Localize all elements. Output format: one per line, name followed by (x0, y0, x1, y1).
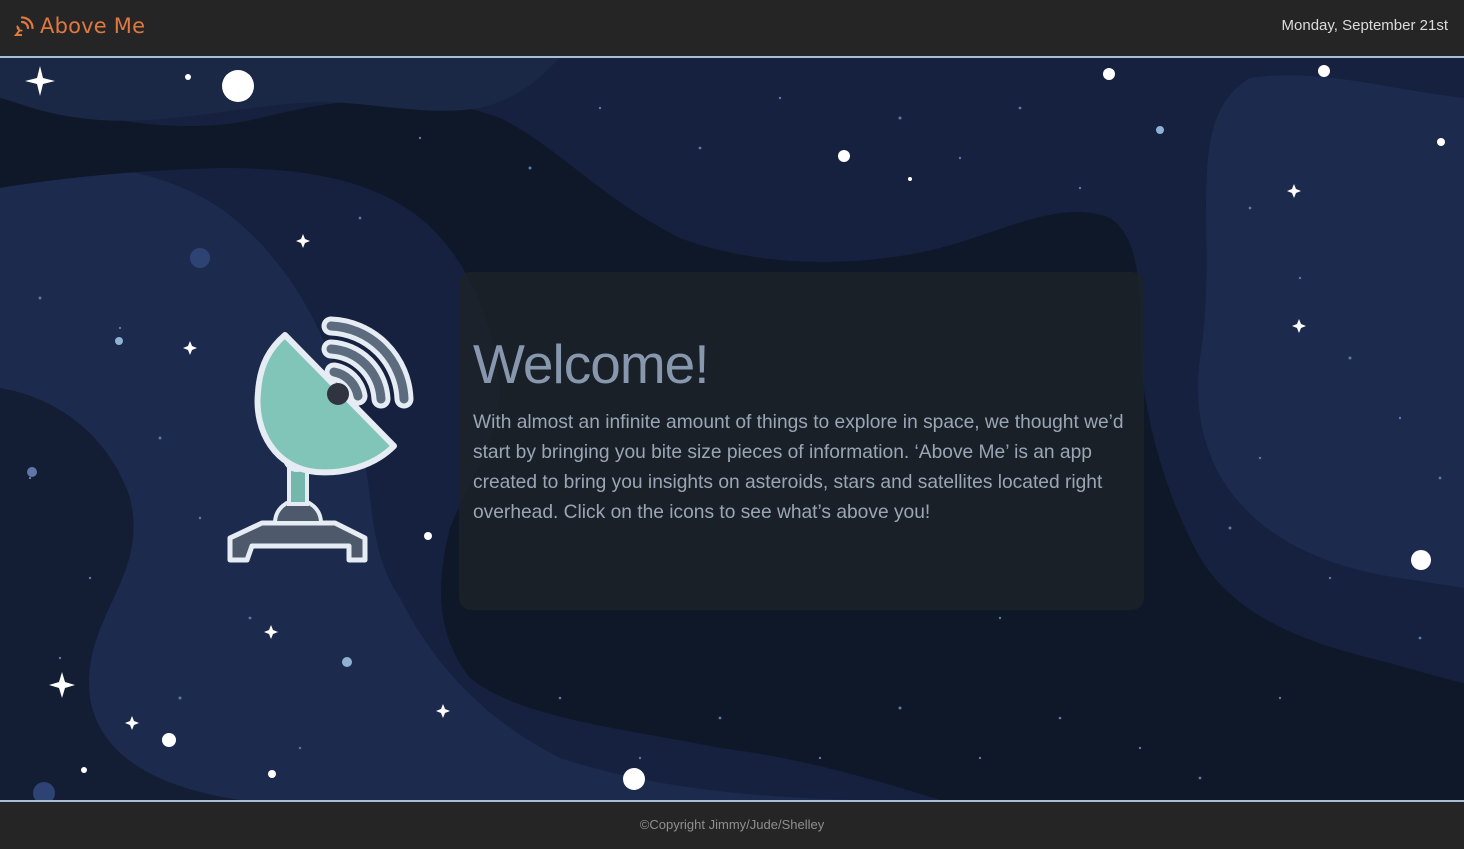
top-navbar: Above Me Monday, September 21st (0, 0, 1464, 58)
welcome-card: Welcome! With almost an infinite amount … (459, 272, 1144, 610)
welcome-description: With almost an infinite amount of things… (473, 412, 1124, 523)
current-date: Monday, September 21st (1281, 17, 1448, 34)
hero-section: Welcome! With almost an infinite amount … (0, 58, 1464, 800)
footer: ©Copyright Jimmy/Jude/Shelley (0, 800, 1464, 849)
satellite-dish-icon (227, 316, 414, 563)
brand-link[interactable]: Above Me (14, 14, 145, 38)
satellite-signal-icon (14, 16, 34, 36)
satellite-dish-link[interactable] (222, 316, 414, 566)
welcome-title: Welcome! (473, 333, 709, 395)
copyright-text: ©Copyright Jimmy/Jude/Shelley (639, 817, 825, 832)
brand-name: Above Me (40, 14, 146, 38)
